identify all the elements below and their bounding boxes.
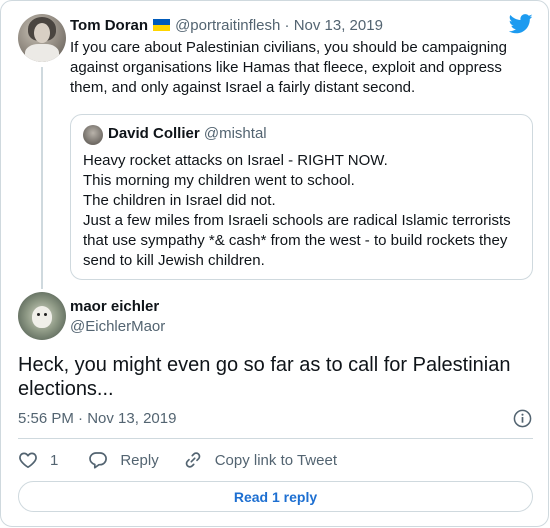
avatar-shirt [25,44,59,62]
reply-label: Reply [120,451,159,469]
ukraine-flag-icon [153,19,171,31]
reply-button[interactable]: Reply [88,449,159,471]
quoted-tweet-text: Heavy rocket attacks on Israel - RIGHT N… [83,151,523,271]
embedded-tweet-card: Tom Doran @portraitinflesh · Nov 13, 2019… [0,0,549,527]
avatar-eye [44,313,47,316]
parent-tweet-text: If you care about Palestinian civilians,… [70,39,507,96]
avatar[interactable] [18,292,66,340]
link-icon [185,452,201,468]
quoted-line: This morning my children went to school. [83,172,355,189]
author-handle: @mishtal [203,125,267,142]
avatar [83,125,103,145]
header-separator: · [284,17,290,34]
author-name: David Collier [108,125,200,142]
author-name[interactable]: maor eichler [70,297,159,317]
thread-connector-line [41,67,43,289]
quoted-line: Heavy rocket attacks on Israel - RIGHT N… [83,152,388,169]
author-handle[interactable]: @EichlerMaor [70,317,165,337]
tweet-date: Nov 13, 2019 [87,410,177,427]
heart-icon [19,452,37,469]
reply-tweet-text: Heck, you might even go so far as to cal… [18,354,511,400]
timestamp-separator: · [78,410,84,427]
divider [18,438,533,439]
quoted-line: The children in Israel did not. [83,192,276,209]
avatar-eye [37,313,40,316]
tweet-timestamp[interactable]: 5:56 PM · Nov 13, 2019 [18,409,176,429]
avatar-dog [32,306,52,328]
tweet-actions: 1 Reply Copy link to Tweet [18,449,337,471]
info-icon[interactable] [513,409,532,428]
tweet-time: 5:56 PM [18,410,74,427]
tweet-date[interactable]: Nov 13, 2019 [294,17,383,34]
quoted-line: Just a few miles from Israeli schools ar… [83,212,511,269]
copy-link-button[interactable]: Copy link to Tweet [183,449,337,471]
quoted-tweet[interactable]: David Collier @mishtal Heavy rocket atta… [70,114,533,280]
twitter-bird-icon[interactable] [509,14,533,34]
like-button[interactable]: 1 [18,449,58,471]
copy-link-label: Copy link to Tweet [214,451,337,469]
author-handle[interactable]: @portraitinflesh [175,17,280,34]
read-replies-button[interactable]: Read 1 reply [18,481,533,512]
quoted-tweet-header: David Collier @mishtal [108,124,267,144]
like-count: 1 [50,451,59,469]
author-name[interactable]: Tom Doran [70,17,148,34]
speech-bubble-icon [89,452,108,469]
avatar-face [34,23,50,43]
parent-tweet-header: Tom Doran @portraitinflesh · Nov 13, 2019 [70,16,383,36]
avatar[interactable] [18,14,66,62]
